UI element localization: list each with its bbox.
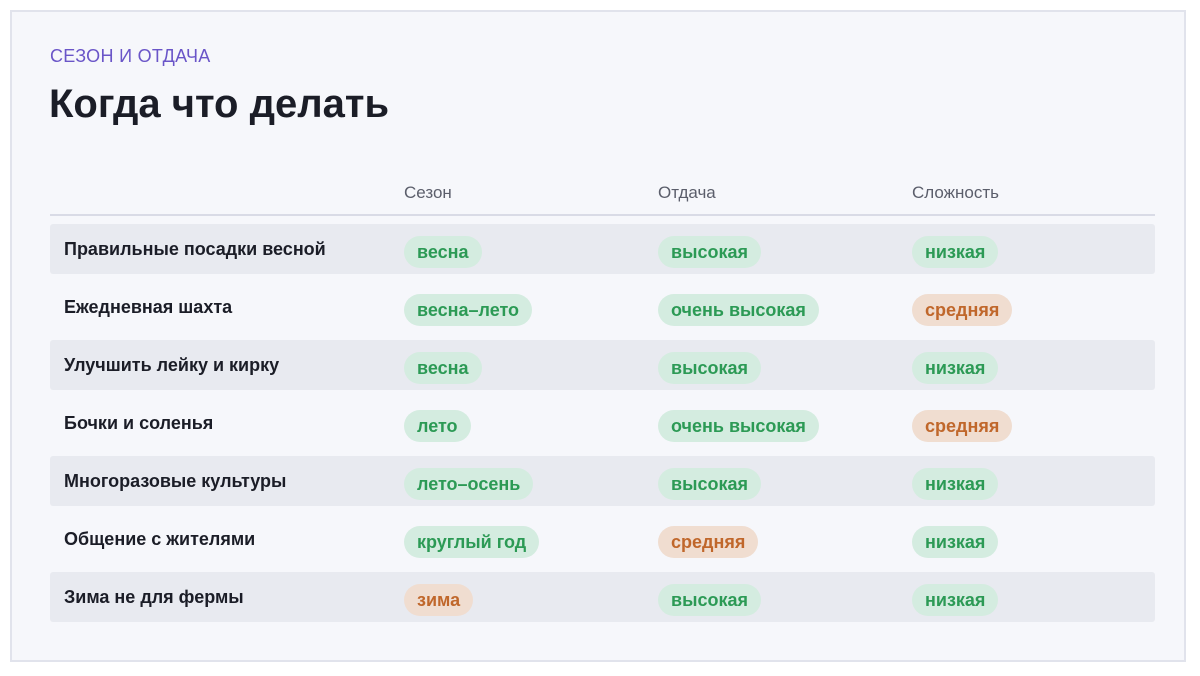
season-badge: лето (404, 410, 471, 442)
difficulty-badge: средняя (912, 294, 1013, 326)
column-header-season: Сезон (404, 183, 452, 202)
yield-badge: высокая (658, 236, 761, 268)
row-activity-name: Зима не для фермы (64, 587, 244, 607)
yield-badge: высокая (658, 352, 761, 384)
table-body: Правильные посадки весной весна высокая … (50, 224, 1155, 630)
season-badge: зима (404, 584, 474, 616)
row-activity-name: Бочки и соленья (64, 413, 214, 433)
page-title: Когда что делать (49, 82, 390, 126)
difficulty-badge: низкая (912, 236, 999, 268)
row-activity-name: Ежедневная шахта (64, 297, 233, 317)
season-badge: лето–осень (404, 468, 534, 500)
slide-frame: СЕЗОН И ОТДАЧА Когда что делать Сезон От… (10, 10, 1186, 662)
table-row: Бочки и соленья лето очень высокая средн… (50, 398, 1155, 448)
table-row: Многоразовые культуры лето–осень высокая… (50, 456, 1155, 506)
row-activity-name: Правильные посадки весной (64, 239, 326, 259)
row-activity-name: Улучшить лейку и кирку (64, 355, 280, 375)
season-badge: весна (404, 352, 482, 384)
difficulty-badge: низкая (912, 526, 999, 558)
section-eyebrow: СЕЗОН И ОТДАЧА (50, 46, 211, 66)
yield-badge: высокая (658, 584, 761, 616)
yield-badge: очень высокая (658, 294, 819, 326)
table-row: Улучшить лейку и кирку весна высокая низ… (50, 340, 1155, 390)
difficulty-badge: средняя (912, 410, 1013, 442)
table-row: Зима не для фермы зима высокая низкая (50, 572, 1155, 622)
column-header-yield: Отдача (658, 183, 716, 202)
row-activity-name: Общение с жителями (64, 529, 256, 549)
difficulty-badge: низкая (912, 584, 999, 616)
difficulty-badge: низкая (912, 352, 999, 384)
table-row: Ежедневная шахта весна–лето очень высока… (50, 282, 1155, 332)
column-header-difficulty: Сложность (912, 183, 1000, 202)
row-activity-name: Многоразовые культуры (64, 471, 287, 491)
difficulty-badge: низкая (912, 468, 999, 500)
yield-badge: средняя (658, 526, 759, 558)
season-badge: весна (404, 236, 482, 268)
yield-badge: очень высокая (658, 410, 819, 442)
table-header: Сезон Отдача Сложность (50, 180, 1155, 216)
season-badge: весна–лето (404, 294, 533, 326)
table-row: Правильные посадки весной весна высокая … (50, 224, 1155, 274)
yield-badge: высокая (658, 468, 761, 500)
season-badge: круглый год (404, 526, 540, 558)
table-row: Общение с жителями круглый год средняя н… (50, 514, 1155, 564)
